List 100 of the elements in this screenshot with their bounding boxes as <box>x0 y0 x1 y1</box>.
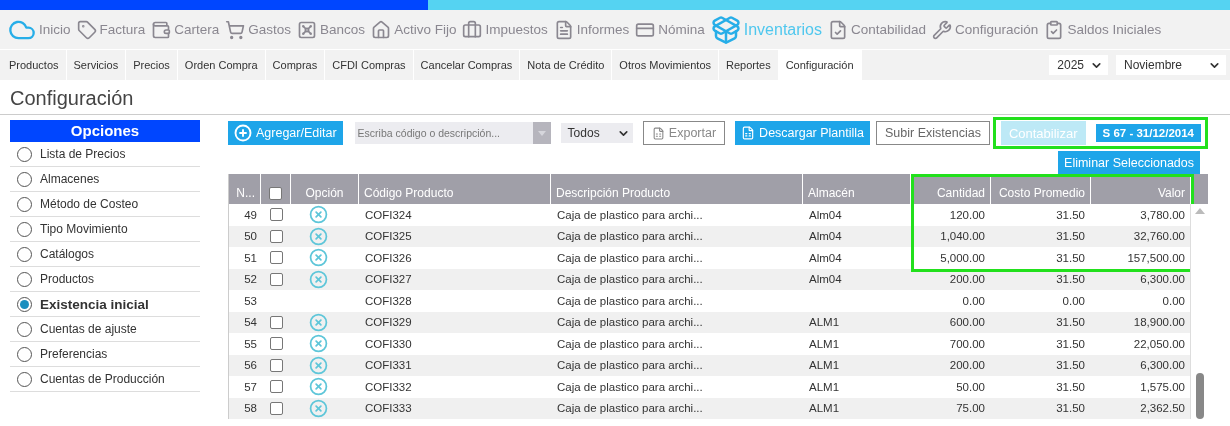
house-icon <box>371 19 392 40</box>
sidebar-option[interactable]: Productos <box>10 267 200 292</box>
table-cell: Caja de plastico para archi... <box>557 380 703 393</box>
table-cell: Caja de plastico para archi... <box>557 294 703 307</box>
table-cell: Caja de plastico para archi... <box>557 337 703 350</box>
table-cell: 1,040.00 <box>940 230 985 243</box>
sidebar-option[interactable]: Método de Costeo <box>10 192 200 217</box>
table-cell: 31.50 <box>1056 402 1085 415</box>
select-all-checkbox[interactable] <box>269 187 282 200</box>
tag-icon <box>76 19 97 40</box>
table-cell: 6,300.00 <box>1140 273 1185 286</box>
row-checkbox[interactable] <box>269 229 283 243</box>
scroll-thumb[interactable] <box>1196 373 1204 419</box>
export-button[interactable]: Exportar <box>642 121 726 145</box>
column-header: Costo Promedio <box>998 186 1085 200</box>
table-cell: COFI329 <box>365 316 412 329</box>
sidebar-option[interactable]: Cuentas de ajuste <box>10 317 200 342</box>
sidebar-option[interactable]: Preferencias <box>10 342 200 367</box>
sub-tab[interactable]: Orden Compra <box>177 50 266 80</box>
upload-stock-button[interactable]: Subir Existencias <box>876 121 990 145</box>
radio-button[interactable] <box>17 346 32 362</box>
row-checkbox[interactable] <box>269 401 283 415</box>
sidebar-option[interactable]: Almacenes <box>10 167 200 192</box>
table-cell: Alm04 <box>809 251 842 264</box>
sub-tab[interactable]: Nota de Crédito <box>520 50 613 80</box>
scrollbar[interactable] <box>1190 204 1208 419</box>
table-cell: 58 <box>244 402 257 415</box>
sub-tab[interactable]: Reportes <box>719 50 779 80</box>
checked-document-icon <box>828 19 848 40</box>
wallet-icon <box>151 19 172 40</box>
radio-button[interactable] <box>17 146 32 162</box>
table-cell: Alm04 <box>809 208 842 221</box>
column-header: Valor <box>1157 186 1185 200</box>
table-cell: COFI330 <box>365 337 412 350</box>
spreadsheet-icon <box>741 126 756 140</box>
row-checkbox[interactable] <box>269 251 283 265</box>
row-checkbox[interactable] <box>269 315 283 329</box>
radio-button[interactable] <box>17 321 32 337</box>
radio-button[interactable] <box>17 246 32 262</box>
row-checkbox[interactable] <box>269 272 283 286</box>
option-label: Existencia inicial <box>40 296 149 312</box>
option-label: Método de Costeo <box>40 197 139 211</box>
row-checkbox[interactable] <box>269 380 283 394</box>
sub-tab[interactable]: Productos <box>2 50 67 80</box>
sidebar-option[interactable]: Tipo Movimiento <box>10 217 200 242</box>
sub-tab[interactable]: Cancelar Compras <box>413 50 521 80</box>
sidebar-option[interactable]: Lista de Precios <box>10 142 200 167</box>
option-label: Productos <box>40 272 95 286</box>
radio-button[interactable] <box>17 171 32 187</box>
wrench-icon <box>932 19 953 40</box>
table-cell: Caja de plastico para archi... <box>557 359 703 372</box>
column-header: Descripción Producto <box>556 186 671 200</box>
search-field[interactable]: Escriba código o descripción... <box>354 122 533 144</box>
row-checkbox[interactable] <box>269 358 283 372</box>
table-cell: 22,050.00 <box>1133 337 1185 350</box>
table-cell: COFI331 <box>365 359 412 372</box>
sub-tab[interactable]: Compras <box>265 50 326 80</box>
table-cell: ALM1 <box>809 337 840 350</box>
sidebar-option[interactable]: Existencia inicial <box>10 292 200 317</box>
sub-tab[interactable]: CFDI Compras <box>325 50 414 80</box>
column-header: Código Producto <box>364 186 454 200</box>
sub-tab[interactable]: Precios <box>126 50 178 80</box>
table-cell: 54 <box>244 316 257 329</box>
table-cell: 50 <box>244 230 257 243</box>
sub-tab[interactable]: Otros Movimientos <box>612 50 720 80</box>
table-cell: 31.50 <box>1056 251 1085 264</box>
option-label: Cuentas de Producción <box>40 372 165 386</box>
table-cell: 31.50 <box>1056 273 1085 286</box>
sidebar-option[interactable]: Catálogos <box>10 242 200 267</box>
sub-tab[interactable]: Servicios <box>66 50 127 80</box>
cart-icon <box>225 19 246 40</box>
radio-button[interactable] <box>17 196 32 212</box>
radio-button[interactable] <box>17 271 32 287</box>
sub-tab[interactable]: Configuración <box>778 50 862 80</box>
year-select[interactable]: 2025 <box>1049 55 1108 75</box>
radio-button[interactable] <box>17 221 32 237</box>
row-checkbox[interactable] <box>269 208 283 222</box>
box-icon <box>710 14 741 45</box>
table-cell: 51 <box>244 251 257 264</box>
column-header: Almacén <box>808 186 855 200</box>
option-label: Tipo Movimiento <box>40 222 128 236</box>
column-header: Cantidad <box>936 186 985 200</box>
table-cell: 5,000.00 <box>940 251 985 264</box>
month-select[interactable]: Noviembre <box>1116 55 1226 75</box>
sidebar-option[interactable]: Cuentas de Producción <box>10 367 200 392</box>
table-cell: 0.00 <box>962 294 985 307</box>
option-label: Cuentas de ajuste <box>40 322 137 336</box>
table-cell: 31.50 <box>1056 359 1085 372</box>
table-cell: ALM1 <box>809 316 840 329</box>
option-label: Almacenes <box>40 172 100 186</box>
table-cell: 6,300.00 <box>1140 359 1185 372</box>
table-cell: 31.50 <box>1056 208 1085 221</box>
sidebar-header: Opciones <box>10 120 200 142</box>
table-cell: 3,780.00 <box>1140 208 1185 221</box>
radio-button[interactable] <box>17 296 32 312</box>
clipboard-check-icon <box>1044 19 1065 40</box>
policy-badge: S 67 - 31/12/2014 <box>1095 124 1201 142</box>
row-checkbox[interactable] <box>269 337 283 351</box>
filter-select[interactable]: Todos <box>560 123 633 143</box>
radio-button[interactable] <box>17 371 32 387</box>
